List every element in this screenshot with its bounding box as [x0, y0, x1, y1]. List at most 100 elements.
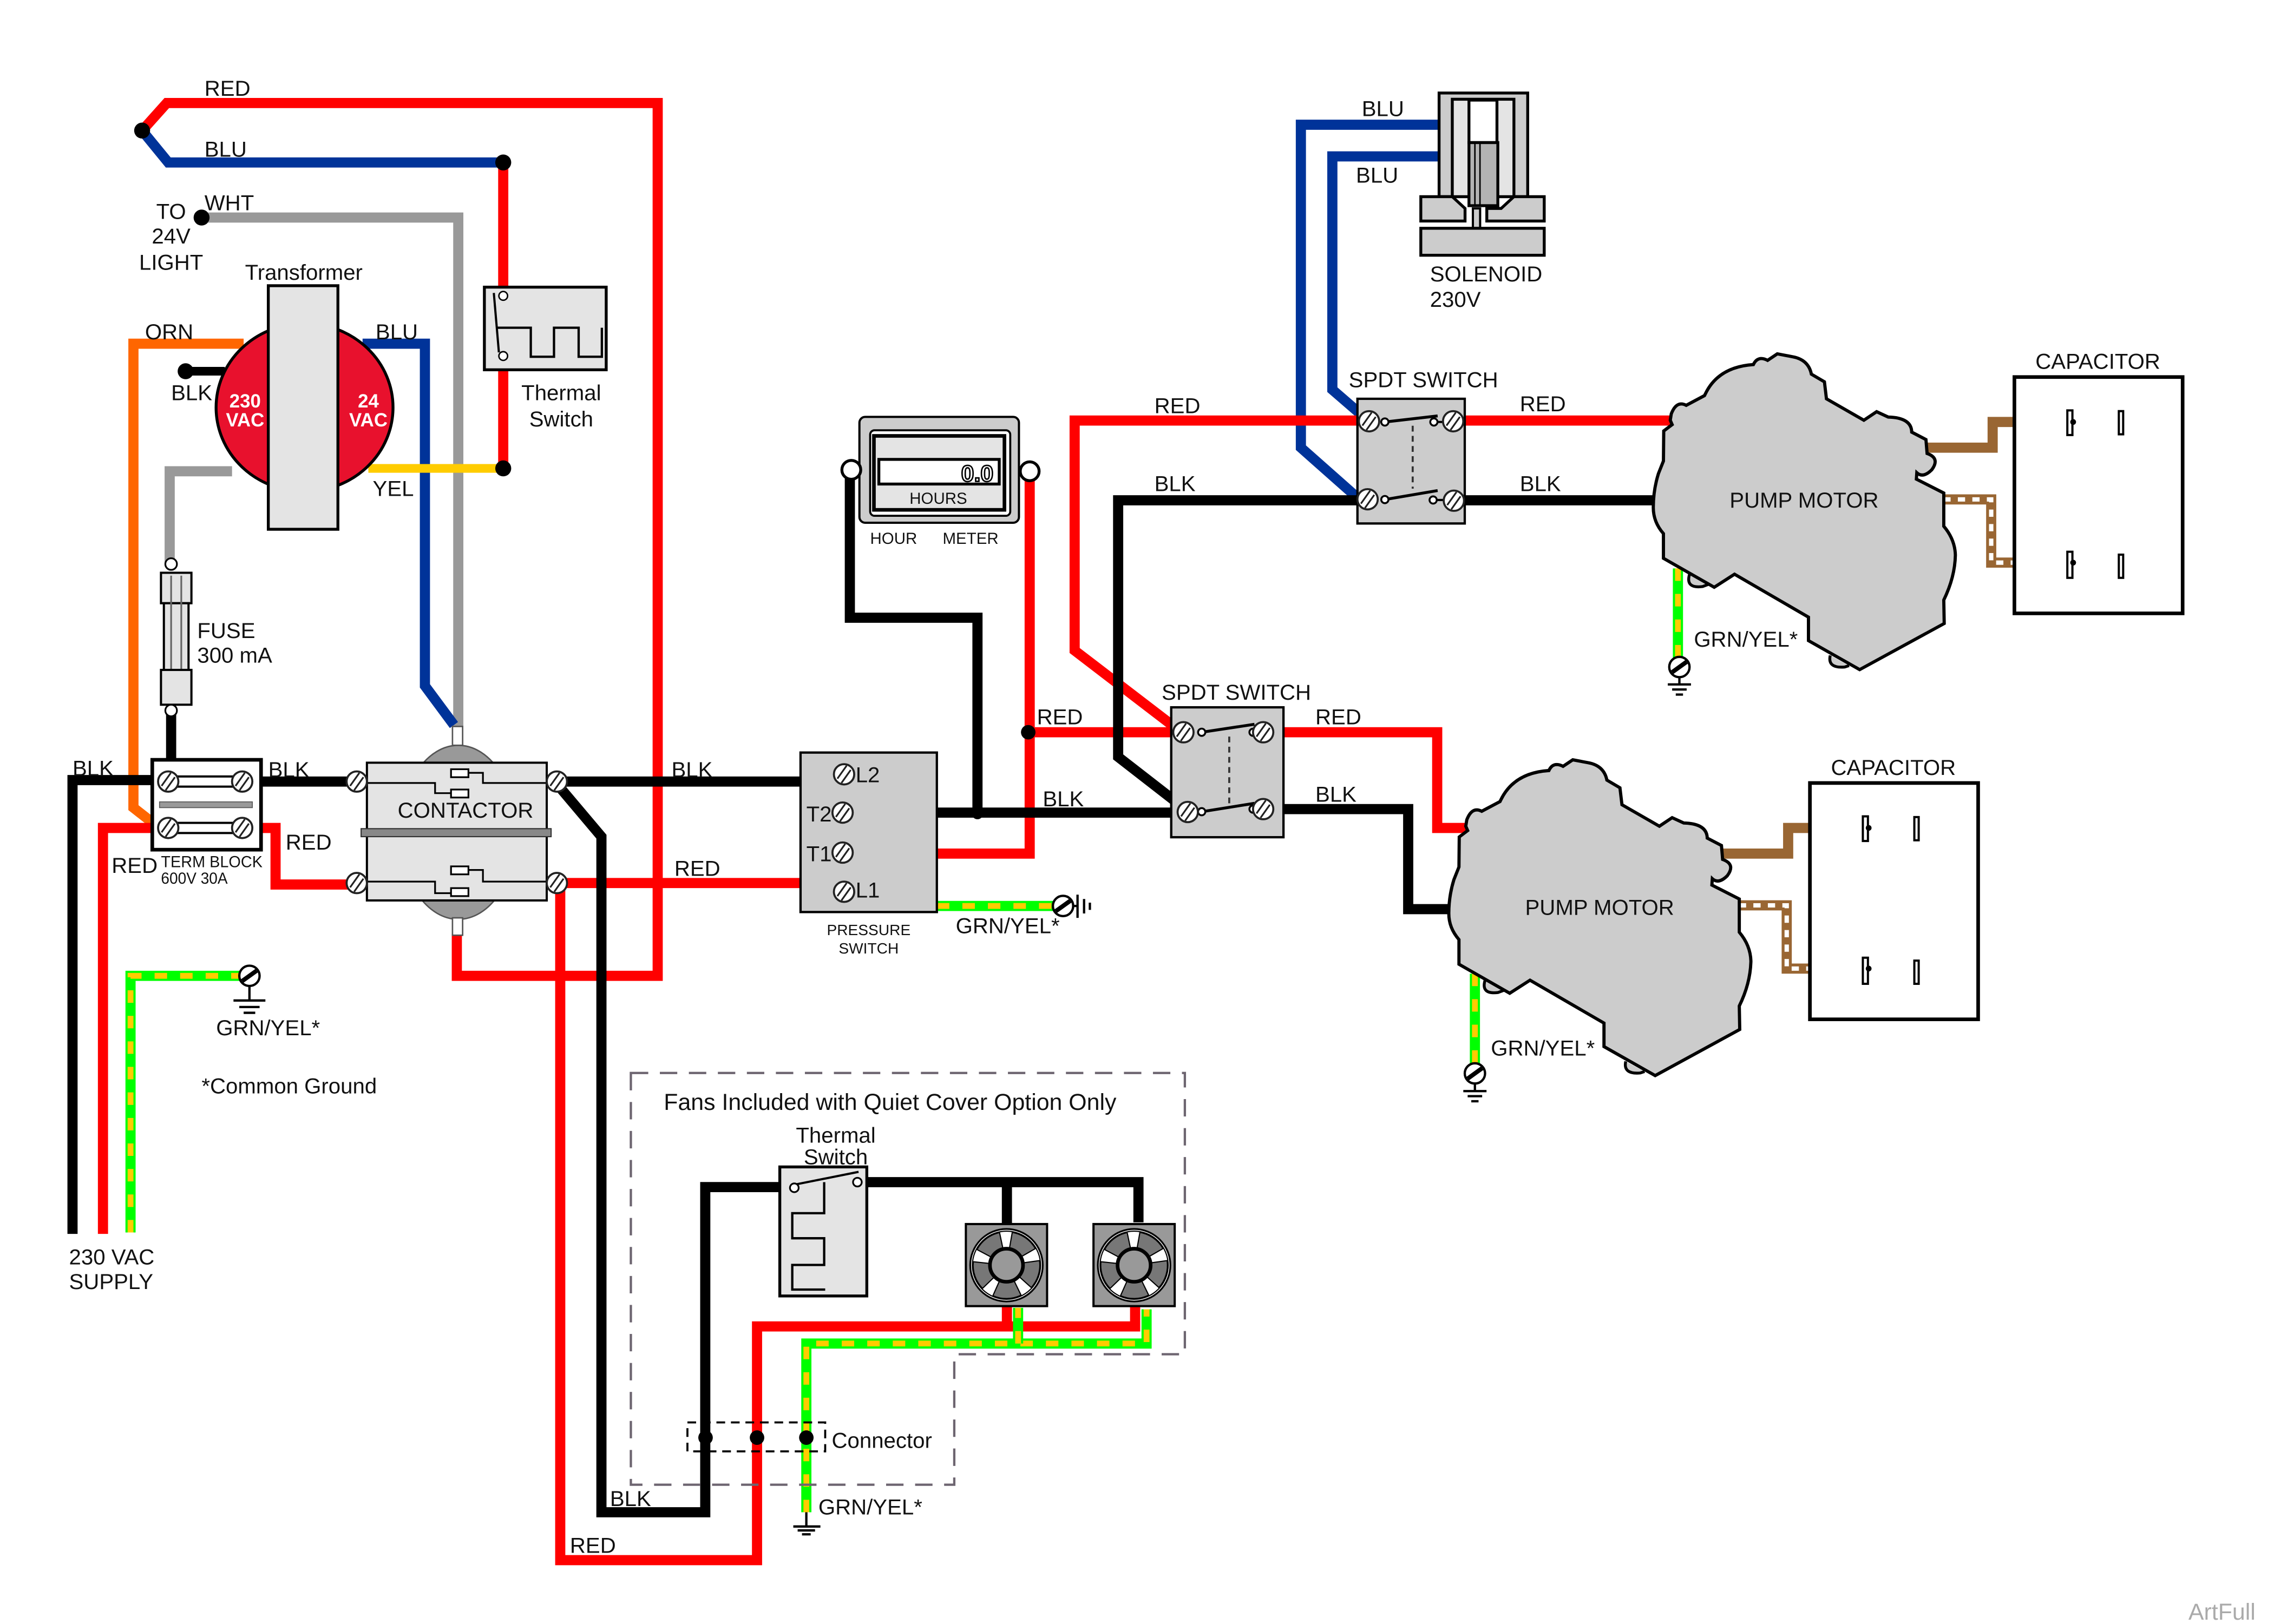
term-block-divider: [159, 801, 253, 808]
wire-ground-main: [125, 970, 241, 1233]
wire-label-wht: WHT: [205, 191, 254, 215]
solenoid-chamber: [1467, 98, 1499, 144]
junction-dot: [972, 807, 984, 819]
wire-label-yel: YEL: [373, 476, 414, 501]
fuse-cap: [164, 557, 178, 571]
wire-label-blu: BLU: [1362, 96, 1404, 121]
wire-label-red: RED: [1037, 705, 1083, 729]
screw-terminal: [1441, 410, 1465, 433]
screw-terminal: [1356, 488, 1379, 511]
contact-pad: [450, 788, 469, 799]
thermal-switch-label: Switch: [529, 407, 593, 431]
capacitor-label: CAPACITOR: [1831, 755, 1956, 780]
capacitor-2: CAPACITOR: [1810, 755, 1978, 1020]
ground-screw-icon: [239, 965, 260, 986]
fuse-clip: [160, 668, 193, 706]
screw-terminal: [157, 817, 180, 839]
terminal-l1: [833, 880, 855, 903]
wire-label-blk: BLK: [671, 758, 712, 782]
terminal-t1: [831, 841, 854, 864]
wire-label-red: RED: [570, 1534, 616, 1558]
fuse-cap: [164, 703, 178, 718]
term-block-bridge: [175, 821, 235, 834]
spdt-switch-label: SPDT SWITCH: [1162, 680, 1311, 705]
contact-point: [1380, 417, 1390, 427]
pump-motor-2: PUMP MOTOR: [1449, 760, 1751, 1076]
contact-point: [498, 291, 509, 301]
contactor-post: [451, 726, 464, 746]
ground-motor-1: [1668, 657, 1691, 696]
solenoid: SOLENOID 230V: [1419, 91, 1546, 312]
wiring-diagram: Thermal Switch 230 VAC 24 VAC Transforme…: [67, 76, 2256, 1624]
wire-label-red: RED: [286, 830, 332, 854]
capacitor-label: CAPACITOR: [2035, 350, 2160, 374]
wire-label-blk: BLK: [1315, 783, 1356, 807]
ground-screw-icon: [1465, 1063, 1485, 1084]
common-ground-note: *Common Ground: [201, 1074, 377, 1098]
hour-meter-reading: 0.0: [961, 461, 994, 487]
contact-point: [789, 1182, 800, 1193]
ground-motor-2: [1463, 1063, 1486, 1103]
transformer-core: [266, 284, 339, 531]
wire-label-blu: BLU: [205, 137, 247, 161]
hour-meter-unit: HOURS: [909, 490, 967, 508]
junction-dot: [178, 363, 194, 379]
screw-terminal: [1176, 800, 1199, 824]
contact-pad: [450, 865, 469, 876]
wire-gray-transformer-fuse: [165, 466, 232, 564]
pump-motor-label: PUMP MOTOR: [1729, 488, 1878, 512]
screw-terminal: [157, 770, 180, 793]
wire-label-blk: BLK: [1043, 787, 1084, 811]
hour-meter-terminal: [1019, 460, 1041, 482]
transformer-secondary-unit: VAC: [349, 410, 388, 431]
transformer-label: Transformer: [245, 260, 363, 285]
contactor: CONTACTOR: [345, 726, 568, 936]
wire-label-red: RED: [1155, 394, 1201, 418]
pressure-switch: L2 T2 T1 L1 PRESSURE SWITCH: [799, 751, 938, 957]
terminal-label-l2: L2: [856, 763, 880, 787]
terminal-label-l1: L1: [856, 878, 880, 903]
fuse-clip: [160, 571, 193, 604]
wire-label-red: RED: [1520, 392, 1566, 416]
contact-point: [1428, 495, 1438, 505]
capacitor-body: [2014, 377, 2183, 614]
terminal-label-t2: T2: [807, 802, 832, 826]
ground-symbol-icon: [233, 986, 266, 1014]
pressure-switch-label: PRESSURE: [827, 922, 910, 938]
junction-dot: [1021, 725, 1036, 740]
junction-dot: [495, 460, 512, 477]
screw-terminal: [231, 770, 254, 793]
fan-option-group: Fans Included with Quiet Cover Option On…: [630, 1071, 1187, 1486]
hour-meter: 0.0 HOURS HOUR METER: [840, 416, 1041, 548]
screw-terminal: [1251, 798, 1275, 820]
contact-pad: [450, 887, 469, 897]
solenoid-valve-body: [1419, 227, 1546, 257]
capacitor-1: CAPACITOR: [2014, 350, 2183, 614]
wire-label-ground: GRN/YEL*: [216, 1016, 320, 1040]
contact-point: [1429, 417, 1439, 427]
contact-point: [852, 1176, 863, 1188]
screw-terminal: [546, 770, 568, 793]
connector-pin: [799, 1430, 814, 1445]
screw-terminal: [231, 817, 254, 839]
contact-pad: [450, 768, 469, 778]
connector-label: Connector: [832, 1429, 932, 1453]
pump-motor-label: PUMP MOTOR: [1525, 896, 1674, 920]
pump-motor-1: PUMP MOTOR: [1653, 354, 1955, 670]
solenoid-plunger: [1467, 141, 1499, 207]
supply-label: SUPPLY: [69, 1270, 154, 1294]
screw-terminal: [345, 872, 368, 895]
wire-label-ground: GRN/YEL*: [818, 1495, 922, 1519]
wire-label-blk: BLK: [73, 757, 114, 781]
wire-label-blk: BLK: [171, 381, 212, 405]
terminal-l2: [833, 763, 855, 786]
screw-terminal: [1251, 721, 1275, 744]
contactor-post: [451, 917, 464, 936]
solenoid-base-left: [1419, 195, 1467, 223]
solenoid-label: SOLENOID: [1430, 262, 1543, 286]
contact-point: [1197, 727, 1207, 737]
screw-terminal: [1172, 721, 1195, 744]
fuse: FUSE 300 mA: [160, 557, 272, 718]
wire-ground-fans: [801, 1309, 1152, 1513]
wire-label-blu: BLU: [1356, 163, 1398, 188]
